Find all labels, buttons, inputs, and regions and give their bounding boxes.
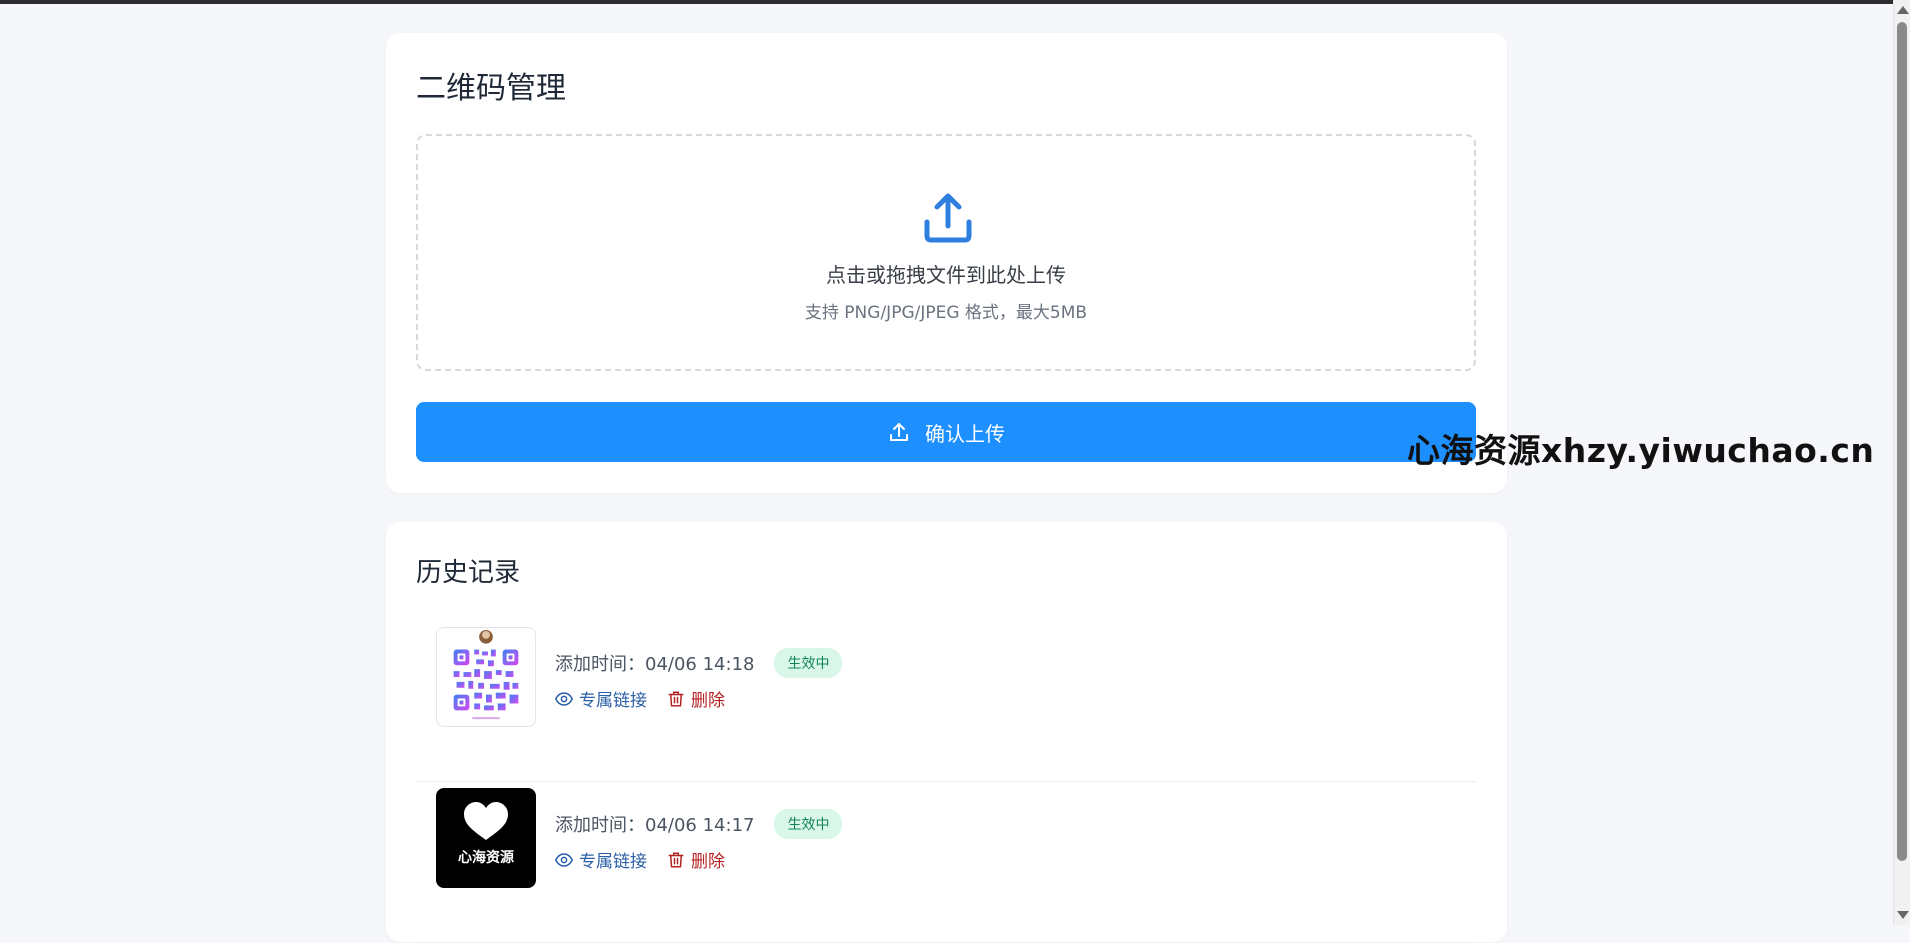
heart-icon: 心海资源 (458, 802, 514, 866)
item-actions: 专属链接 删除 (555, 847, 725, 872)
eye-icon (555, 852, 573, 867)
dropzone-title: 点击或拖拽文件到此处上传 (826, 263, 1066, 287)
delete-label: 删除 (691, 691, 725, 711)
added-time: 添加时间：04/06 14:18 (555, 654, 755, 675)
logo-thumbnail[interactable]: 心海资源 (436, 788, 536, 888)
dropzone-hint: 支持 PNG/JPG/JPEG 格式，最大5MB (804, 303, 1088, 323)
item-meta: 添加时间：04/06 14:17 生效中 (555, 809, 843, 839)
confirm-upload-label: 确认上传 (925, 421, 1005, 446)
page-title: 二维码管理 (416, 71, 566, 106)
vertical-scrollbar[interactable] (1893, 0, 1910, 925)
history-card: 历史记录 添加时间：04/06 14:18 生效中 专属链接 删除 心海资源 添… (386, 522, 1507, 943)
scroll-thumb[interactable] (1897, 22, 1907, 861)
delete-button[interactable]: 删除 (667, 847, 725, 872)
exclusive-link-button[interactable]: 专属链接 (555, 686, 647, 711)
upload-icon (890, 423, 908, 441)
history-item: 添加时间：04/06 14:18 生效中 专属链接 删除 (416, 622, 1476, 782)
qr-code-image (453, 629, 519, 720)
scroll-up-arrow-icon[interactable] (1897, 6, 1909, 14)
status-badge: 生效中 (774, 809, 843, 839)
added-time: 添加时间：04/06 14:17 (555, 815, 755, 836)
exclusive-link-label: 专属链接 (579, 691, 647, 711)
eye-icon (555, 691, 573, 706)
history-item: 心海资源 添加时间：04/06 14:17 生效中 专属链接 删除 (416, 783, 1476, 943)
logo-caption: 心海资源 (458, 849, 514, 866)
watermark-text: 心海资源xhzy.yiwuchao.cn (1407, 431, 1875, 470)
upload-card: 二维码管理 点击或拖拽文件到此处上传 支持 PNG/JPG/JPEG 格式，最大… (386, 33, 1507, 493)
scroll-down-arrow-icon[interactable] (1897, 911, 1909, 919)
history-title: 历史记录 (416, 558, 521, 588)
item-actions: 专属链接 删除 (555, 686, 725, 711)
trash-icon (668, 691, 684, 706)
exclusive-link-button[interactable]: 专属链接 (555, 847, 647, 872)
confirm-upload-button[interactable]: 确认上传 (416, 402, 1476, 462)
upload-icon (924, 193, 972, 243)
delete-button[interactable]: 删除 (667, 686, 725, 711)
window-top-edge (0, 0, 1910, 4)
item-meta: 添加时间：04/06 14:18 生效中 (555, 648, 843, 678)
status-badge: 生效中 (774, 648, 843, 678)
exclusive-link-label: 专属链接 (579, 852, 647, 872)
trash-icon (668, 852, 684, 867)
qr-thumbnail[interactable] (436, 627, 536, 727)
delete-label: 删除 (691, 852, 725, 872)
upload-dropzone[interactable]: 点击或拖拽文件到此处上传 支持 PNG/JPG/JPEG 格式，最大5MB (416, 134, 1476, 371)
